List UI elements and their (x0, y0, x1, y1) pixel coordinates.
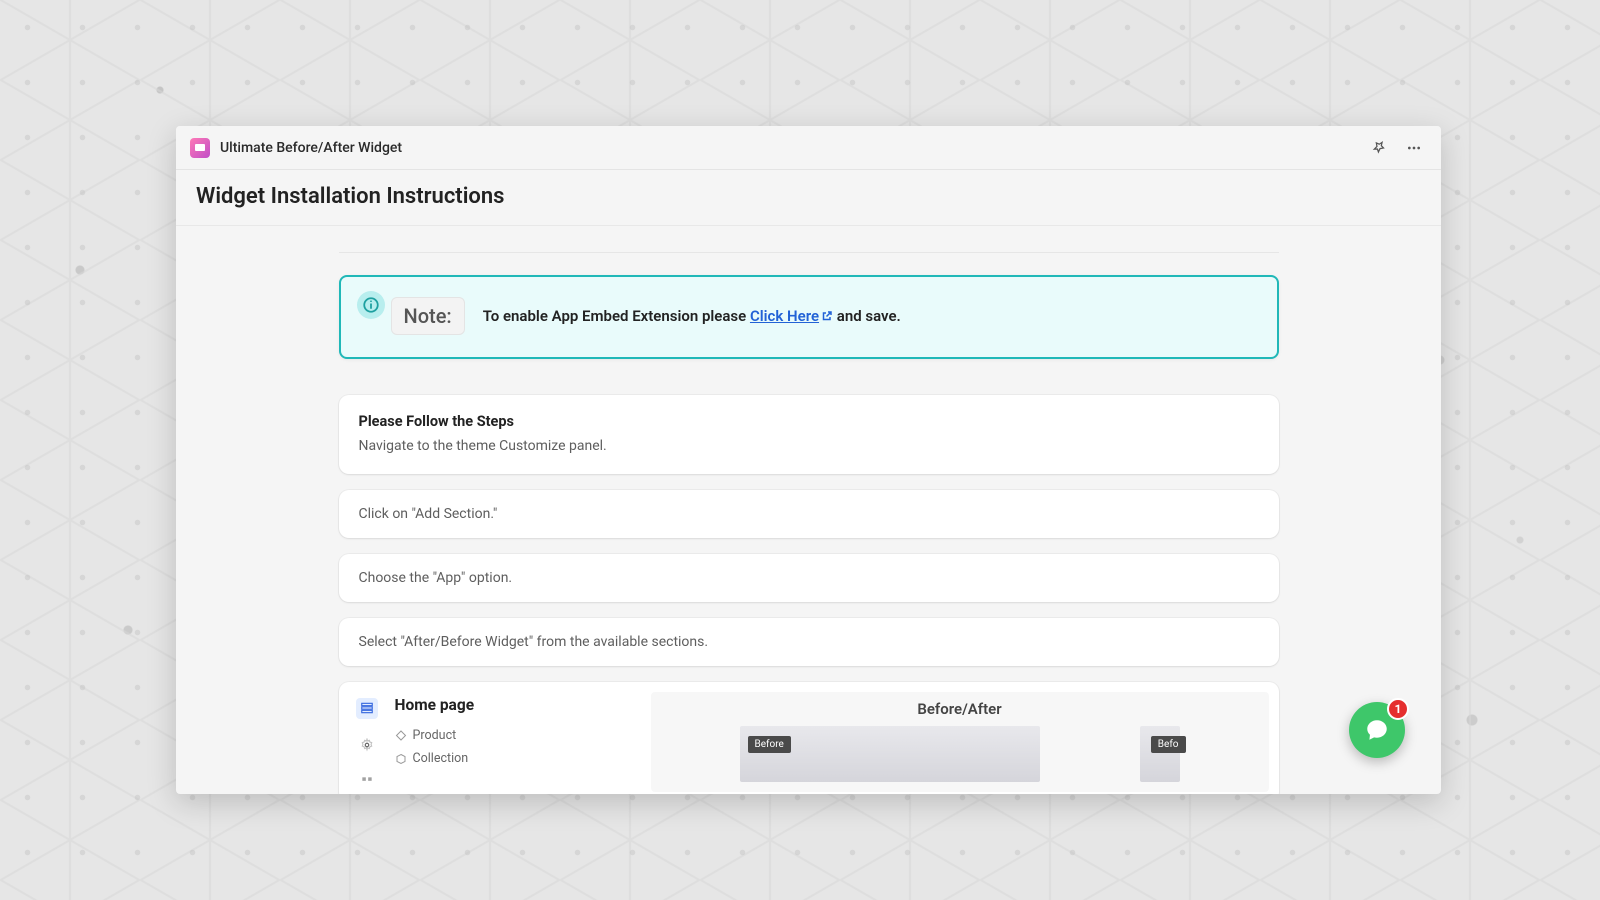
step-text: Select "After/Before Widget" from the av… (359, 634, 1259, 650)
preview-sidebar-title: Home page (395, 696, 639, 714)
step-text: Click on "Add Section." (359, 506, 1259, 522)
note-text: To enable App Embed Extension please Cli… (483, 307, 901, 326)
page-title: Widget Installation Instructions (196, 184, 1421, 209)
note-badge: Note: (391, 297, 465, 335)
preview-image-before-2: Befo (1140, 726, 1180, 782)
settings-icon[interactable] (356, 735, 378, 756)
collection-icon (395, 753, 407, 765)
list-item[interactable]: Collection (395, 747, 639, 770)
page-title-row: Widget Installation Instructions (176, 170, 1441, 226)
note-link[interactable]: Click Here (750, 307, 833, 325)
external-link-icon (821, 308, 833, 326)
chat-badge: 1 (1387, 698, 1409, 720)
preview-card: Home page Product Collection Before/Afte… (339, 682, 1279, 794)
preview-main-title: Before/After (917, 700, 1001, 718)
app-icon (190, 138, 210, 158)
preview-sidebar: Home page Product Collection (349, 692, 639, 792)
app-topbar: Ultimate Before/After Widget (176, 126, 1441, 170)
more-button[interactable] (1401, 135, 1427, 161)
steps-heading: Please Follow the Steps (359, 413, 1259, 430)
step-card-3: Choose the "App" option. (339, 554, 1279, 602)
tag-icon (395, 730, 407, 742)
step-card-1: Please Follow the Steps Navigate to the … (339, 395, 1279, 474)
chat-fab[interactable]: 1 (1349, 702, 1405, 758)
apps-icon[interactable] (356, 771, 378, 792)
note-prefix: To enable App Embed Extension please (483, 307, 750, 325)
step-text: Navigate to the theme Customize panel. (359, 438, 1259, 454)
step-card-2: Click on "Add Section." (339, 490, 1279, 538)
preview-tag-before-2: Befo (1151, 736, 1186, 753)
divider (339, 252, 1279, 253)
step-text: Choose the "App" option. (359, 570, 1259, 586)
app-panel: Ultimate Before/After Widget Widget Inst… (176, 126, 1441, 794)
note-banner: Note: To enable App Embed Extension plea… (339, 275, 1279, 359)
pin-icon (1371, 140, 1386, 155)
chat-icon (1364, 717, 1390, 743)
preview-main: Before/After Before Befo (651, 692, 1269, 792)
pin-button[interactable] (1365, 135, 1391, 161)
note-suffix: and save. (833, 307, 901, 325)
preview-tag-before: Before (748, 736, 791, 753)
preview-image-before: Before (740, 726, 1040, 782)
list-item[interactable]: Product (395, 724, 639, 747)
app-name: Ultimate Before/After Widget (220, 140, 402, 156)
step-card-4: Select "After/Before Widget" from the av… (339, 618, 1279, 666)
more-horizontal-icon (1406, 140, 1422, 156)
info-icon (357, 291, 385, 319)
content-scroll[interactable]: Note: To enable App Embed Extension plea… (176, 226, 1441, 794)
sections-icon[interactable] (356, 698, 378, 719)
